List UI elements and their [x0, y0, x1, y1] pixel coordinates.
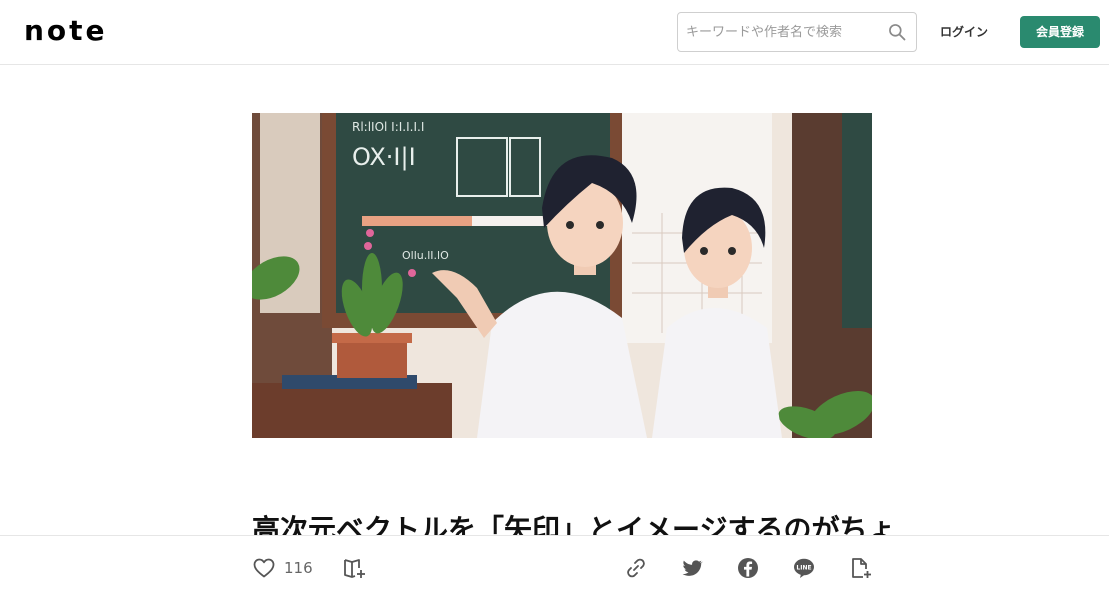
- link-icon[interactable]: [624, 556, 648, 580]
- article-hero-image: Rl:lIOl I:I.I.I.I OX·I|I Ollu.lI.lO: [252, 113, 872, 438]
- hero-illustration: Rl:lIOl I:I.I.I.I OX·I|I Ollu.lI.lO: [252, 113, 872, 438]
- svg-text:Ollu.lI.lO: Ollu.lI.lO: [402, 249, 449, 262]
- magazine-add-icon[interactable]: [342, 556, 366, 580]
- svg-text:OX·I|I: OX·I|I: [352, 143, 416, 171]
- twitter-icon[interactable]: [680, 556, 704, 580]
- article-action-bar: 116 LINE: [0, 535, 1109, 600]
- site-header: note ログイン 会員登録: [0, 0, 1109, 65]
- heart-icon[interactable]: [252, 556, 276, 580]
- like-count: 116: [284, 559, 313, 577]
- search-box[interactable]: [677, 12, 917, 52]
- login-button[interactable]: ログイン: [934, 16, 994, 48]
- svg-text:LINE: LINE: [796, 564, 811, 571]
- line-icon[interactable]: LINE: [792, 556, 816, 580]
- search-icon[interactable]: [887, 22, 907, 42]
- search-input[interactable]: [686, 13, 882, 51]
- signup-button[interactable]: 会員登録: [1020, 16, 1100, 48]
- svg-text:Rl:lIOl I:I.I.I.I: Rl:lIOl I:I.I.I.I: [352, 120, 424, 134]
- embed-icon[interactable]: [848, 556, 872, 580]
- facebook-icon[interactable]: [736, 556, 760, 580]
- note-logo[interactable]: note: [24, 16, 108, 46]
